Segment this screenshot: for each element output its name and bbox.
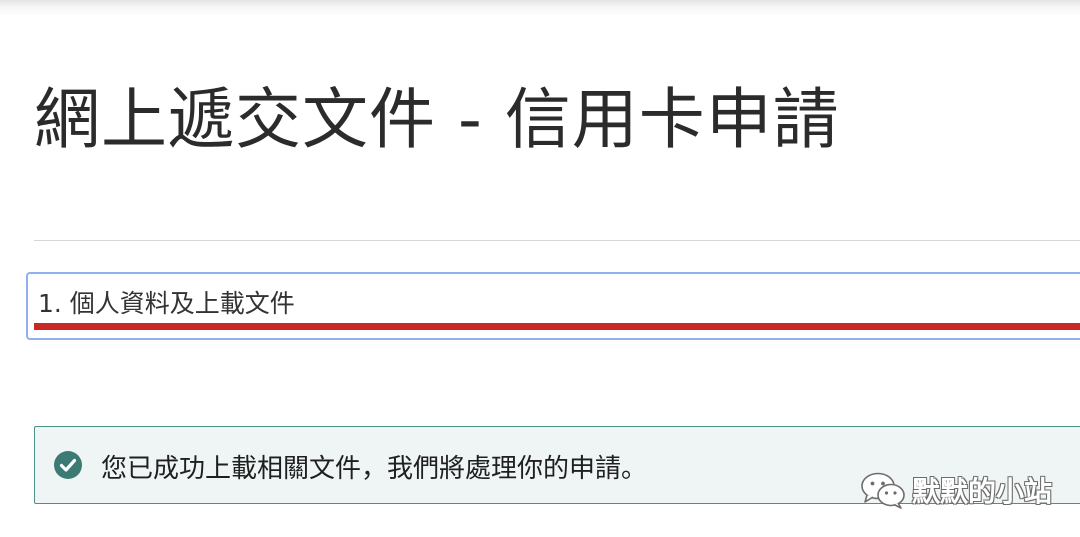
step-progress-bar — [34, 323, 1080, 330]
alert-message: 您已成功上載相關文件，我們將處理你的申請。 — [101, 454, 648, 484]
watermark: 默默的小站 — [860, 470, 1052, 510]
page-title: 網上遞交文件 - 信用卡申請 — [34, 81, 840, 158]
page: 網上遞交文件 - 信用卡申請 1. 個人資料及上載文件 您已成功上載相關文件，我… — [0, 0, 1080, 537]
step-section-personal-info[interactable]: 1. 個人資料及上載文件 — [26, 272, 1080, 340]
wechat-icon — [861, 472, 905, 509]
step-label: 1. 個人資料及上載文件 — [38, 289, 295, 318]
check-circle-icon — [54, 451, 82, 479]
title-divider — [34, 240, 1080, 241]
top-shadow — [0, 0, 1080, 16]
watermark-text: 默默的小站 — [912, 475, 1053, 508]
